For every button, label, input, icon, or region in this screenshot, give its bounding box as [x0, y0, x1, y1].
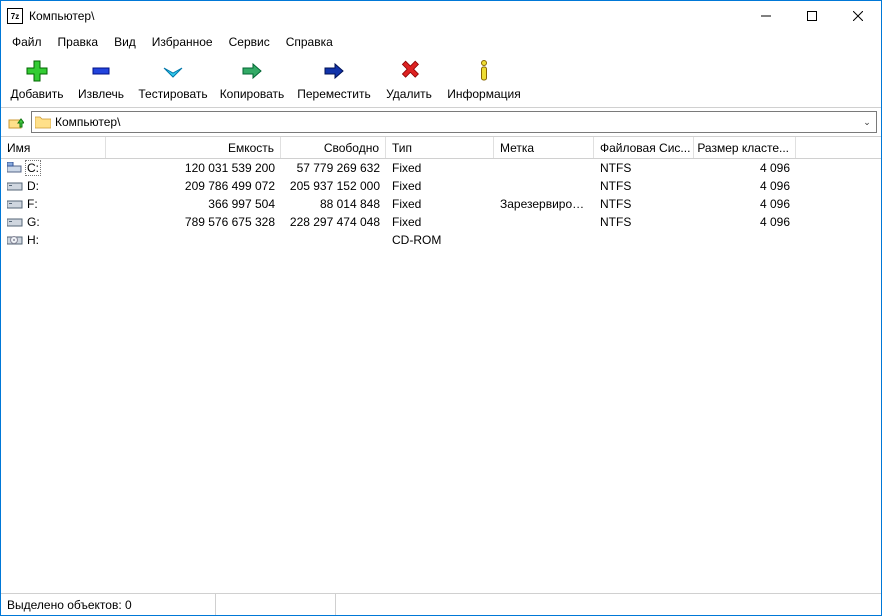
drive-list[interactable]: C: 120 031 539 200 57 779 269 632 Fixed … [1, 159, 881, 593]
list-item[interactable]: D: 209 786 499 072 205 937 152 000 Fixed… [1, 177, 881, 195]
cell-label: Зарезервиров... [494, 197, 594, 211]
addressbar: Компьютер\ ⌄ [1, 108, 881, 137]
close-button[interactable] [835, 1, 881, 31]
menu-edit[interactable]: Правка [51, 33, 106, 51]
plus-icon [23, 57, 51, 85]
menu-favorites[interactable]: Избранное [145, 33, 220, 51]
toolbar-info-label: Информация [447, 87, 520, 101]
drive-name: H: [27, 233, 39, 247]
menu-tools[interactable]: Сервис [222, 33, 277, 51]
cell-type: Fixed [386, 215, 494, 229]
drive-name: C: [25, 160, 41, 176]
list-item[interactable]: F: 366 997 504 88 014 848 Fixed Зарезерв… [1, 195, 881, 213]
network-drive-icon [7, 162, 23, 174]
drive-name: D: [27, 179, 39, 193]
cell-type: Fixed [386, 197, 494, 211]
statusbar: Выделено объектов: 0 [1, 593, 881, 615]
toolbar-add-label: Добавить [10, 87, 63, 101]
cell-fs: NTFS [594, 161, 694, 175]
column-type[interactable]: Тип [386, 137, 494, 158]
list-item[interactable]: G: 789 576 675 328 228 297 474 048 Fixed… [1, 213, 881, 231]
up-folder-icon [8, 114, 24, 130]
cell-fs: NTFS [594, 179, 694, 193]
hdd-icon [7, 216, 23, 228]
cell-type: CD-ROM [386, 233, 494, 247]
cell-free: 228 297 474 048 [281, 215, 386, 229]
cell-fs: NTFS [594, 197, 694, 211]
window-title: Компьютер\ [29, 9, 743, 23]
status-spacer-1 [216, 594, 336, 615]
cd-rom-icon [7, 234, 23, 246]
window-controls [743, 1, 881, 31]
hdd-icon [7, 180, 23, 192]
cell-capacity: 120 031 539 200 [106, 161, 281, 175]
list-item[interactable]: C: 120 031 539 200 57 779 269 632 Fixed … [1, 159, 881, 177]
app-icon: 7z [7, 8, 23, 24]
status-spacer-2 [336, 594, 881, 615]
hdd-icon [7, 198, 23, 210]
column-filesystem[interactable]: Файловая Сис... [594, 137, 694, 158]
menu-view[interactable]: Вид [107, 33, 143, 51]
titlebar: 7z Компьютер\ [1, 1, 881, 31]
check-icon [159, 57, 187, 85]
minus-icon [87, 57, 115, 85]
column-free[interactable]: Свободно [281, 137, 386, 158]
info-icon [470, 57, 498, 85]
toolbar-test-label: Тестировать [138, 87, 207, 101]
drive-name: F: [27, 197, 38, 211]
cell-cluster: 4 096 [694, 179, 796, 193]
toolbar-add-button[interactable]: Добавить [5, 55, 69, 103]
toolbar: Добавить Извлечь Тестировать Копировать … [1, 53, 881, 108]
maximize-button[interactable] [789, 1, 835, 31]
drive-name: G: [27, 215, 40, 229]
toolbar-delete-label: Удалить [386, 87, 432, 101]
cell-capacity: 366 997 504 [106, 197, 281, 211]
column-name[interactable]: Имя [1, 137, 106, 158]
cell-capacity: 209 786 499 072 [106, 179, 281, 193]
column-cluster[interactable]: Размер класте... [694, 137, 796, 158]
toolbar-copy-button[interactable]: Копировать [213, 55, 291, 103]
toolbar-delete-button[interactable]: Удалить [377, 55, 441, 103]
list-header: Имя Емкость Свободно Тип Метка Файловая … [1, 137, 881, 159]
toolbar-move-button[interactable]: Переместить [291, 55, 377, 103]
cell-free: 88 014 848 [281, 197, 386, 211]
toolbar-info-button[interactable]: Информация [441, 55, 527, 103]
up-button[interactable] [5, 111, 27, 133]
address-path: Компьютер\ [55, 115, 858, 129]
toolbar-extract-button[interactable]: Извлечь [69, 55, 133, 103]
column-capacity[interactable]: Емкость [106, 137, 281, 158]
move-arrow-icon [320, 57, 348, 85]
menu-file[interactable]: Файл [5, 33, 49, 51]
toolbar-test-button[interactable]: Тестировать [133, 55, 213, 103]
cell-free: 57 779 269 632 [281, 161, 386, 175]
status-selected: Выделено объектов: 0 [1, 594, 216, 615]
chevron-down-icon[interactable]: ⌄ [858, 117, 876, 128]
delete-icon [395, 57, 423, 85]
minimize-button[interactable] [743, 1, 789, 31]
list-item[interactable]: H: CD-ROM [1, 231, 881, 249]
address-combobox[interactable]: Компьютер\ ⌄ [31, 111, 877, 133]
menubar: Файл Правка Вид Избранное Сервис Справка [1, 31, 881, 53]
cell-cluster: 4 096 [694, 197, 796, 211]
cell-cluster: 4 096 [694, 161, 796, 175]
cell-free: 205 937 152 000 [281, 179, 386, 193]
cell-capacity: 789 576 675 328 [106, 215, 281, 229]
folder-icon [35, 115, 51, 129]
toolbar-move-label: Переместить [297, 87, 371, 101]
toolbar-extract-label: Извлечь [78, 87, 124, 101]
cell-cluster: 4 096 [694, 215, 796, 229]
toolbar-copy-label: Копировать [220, 87, 285, 101]
copy-arrow-icon [238, 57, 266, 85]
cell-type: Fixed [386, 179, 494, 193]
menu-help[interactable]: Справка [279, 33, 340, 51]
column-label[interactable]: Метка [494, 137, 594, 158]
cell-fs: NTFS [594, 215, 694, 229]
cell-type: Fixed [386, 161, 494, 175]
